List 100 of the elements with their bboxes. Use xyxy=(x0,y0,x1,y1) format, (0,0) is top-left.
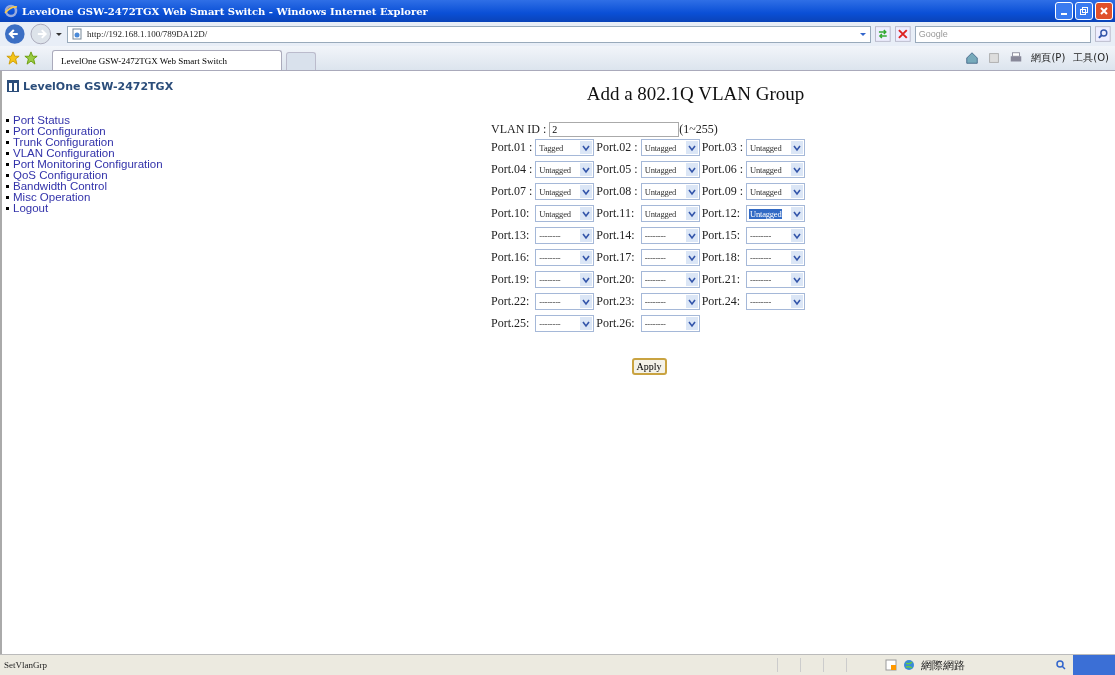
port-label: Port.02 : xyxy=(596,140,638,155)
port-select[interactable]: -------- xyxy=(746,293,806,310)
port-select[interactable]: -------- xyxy=(640,315,700,332)
caret-icon[interactable] xyxy=(859,30,868,38)
add-favorite-icon[interactable] xyxy=(24,51,38,65)
bullet-icon xyxy=(6,174,9,177)
nav-link[interactable]: QoS Configuration xyxy=(13,170,108,181)
port-select[interactable]: -------- xyxy=(535,293,595,310)
nav-link[interactable]: Logout xyxy=(13,203,49,214)
caret-icon xyxy=(791,251,804,264)
vlan-id-field[interactable]: 2 xyxy=(549,121,680,137)
port-label: Port.20: xyxy=(596,272,636,287)
nav-link[interactable]: Port Configuration xyxy=(13,126,106,137)
caret-icon xyxy=(685,141,698,154)
close-icon xyxy=(1099,6,1109,16)
dropdown-icon[interactable] xyxy=(55,30,63,38)
port-select[interactable]: -------- xyxy=(640,249,700,266)
caret-icon xyxy=(580,163,593,176)
browser-tab[interactable]: LevelOne GSW-2472TGX Web Smart Switch xyxy=(52,50,282,70)
caret-icon xyxy=(685,229,698,242)
minimize-icon xyxy=(1061,13,1067,15)
port-select[interactable]: Untagged xyxy=(640,139,700,156)
caret-icon xyxy=(580,185,593,198)
port-select[interactable]: Untagged xyxy=(535,183,595,200)
port-select[interactable]: Untagged xyxy=(746,161,806,178)
port-select[interactable]: -------- xyxy=(640,227,700,244)
caret-icon xyxy=(685,295,698,308)
port-select[interactable]: Tagged xyxy=(535,139,595,156)
caret-icon xyxy=(685,185,698,198)
nav-link[interactable]: Trunk Configuration xyxy=(13,137,114,148)
address-field[interactable]: http://192.168.1.100/789DA12D/ xyxy=(67,25,872,43)
port-select[interactable]: Untagged xyxy=(746,139,806,156)
star-icon[interactable] xyxy=(6,51,20,65)
back-button[interactable] xyxy=(4,23,26,45)
nav-link[interactable]: Bandwidth Control xyxy=(13,181,107,192)
field-label: VLAN ID : xyxy=(491,121,547,137)
nav-link[interactable]: Port Status xyxy=(13,115,70,126)
port-select[interactable]: Untagged xyxy=(535,161,595,178)
port-select[interactable]: -------- xyxy=(640,293,700,310)
nav-link[interactable]: Misc Operation xyxy=(13,192,91,203)
port-label: Port.16: xyxy=(491,250,531,265)
caret-icon xyxy=(580,295,593,308)
caret-icon xyxy=(580,229,593,242)
caret-icon xyxy=(791,295,804,308)
range-hint: (1~255) xyxy=(679,121,718,137)
port-label: Port.08 : xyxy=(596,184,638,199)
port-select[interactable]: -------- xyxy=(640,271,700,288)
bullet-icon xyxy=(6,152,9,155)
port-label: Port.15: xyxy=(701,228,742,243)
nav-link[interactable]: VLAN Configuration xyxy=(13,148,115,159)
port-label: Port.06 : xyxy=(701,162,744,177)
search-field[interactable]: Google xyxy=(914,25,1092,43)
port-select[interactable]: Untagged xyxy=(640,161,700,178)
caret-icon xyxy=(580,207,593,220)
port-label: Port.03 : xyxy=(701,140,744,155)
minimize-button[interactable] xyxy=(1055,2,1073,20)
port-select[interactable]: Untagged xyxy=(535,205,595,222)
nav-link[interactable]: Port Monitoring Configuration xyxy=(13,159,163,170)
command-menu[interactable]: 工具(O) xyxy=(1073,51,1109,65)
port-label: Port.04 : xyxy=(491,162,533,177)
port-select[interactable]: Untagged xyxy=(746,205,806,222)
search-icon[interactable] xyxy=(1095,26,1111,42)
port-label: Port.24: xyxy=(701,294,742,309)
port-select[interactable]: Untagged xyxy=(746,183,806,200)
caret-icon xyxy=(685,317,698,330)
printer-icon[interactable] xyxy=(1009,51,1024,65)
port-select[interactable]: -------- xyxy=(535,271,595,288)
port-select[interactable]: -------- xyxy=(535,315,595,332)
taskbar-tray xyxy=(1073,655,1115,675)
port-select[interactable]: -------- xyxy=(746,271,806,288)
port-label: Port.18: xyxy=(701,250,742,265)
command-menu[interactable]: 網頁(P) xyxy=(1031,51,1066,65)
refresh-button[interactable] xyxy=(875,26,891,42)
stop-button[interactable] xyxy=(894,26,911,42)
caret-icon xyxy=(791,273,804,286)
caret-icon xyxy=(685,207,698,220)
logo-icon xyxy=(6,79,20,93)
apply-button[interactable]: Apply xyxy=(631,358,667,375)
port-label: Port.01 : xyxy=(491,140,533,155)
caret-icon xyxy=(685,163,698,176)
port-select[interactable]: -------- xyxy=(746,227,806,244)
caret-icon xyxy=(685,251,698,264)
port-select[interactable]: Untagged xyxy=(640,183,700,200)
port-select[interactable]: -------- xyxy=(746,249,806,266)
zoom-icon[interactable] xyxy=(1055,659,1067,671)
port-select[interactable]: -------- xyxy=(535,227,595,244)
home-icon[interactable] xyxy=(965,51,980,65)
caret-icon xyxy=(580,141,593,154)
bullet-icon xyxy=(6,163,9,166)
caret-icon xyxy=(791,163,804,176)
security-zone: 網際網路 xyxy=(921,657,966,673)
bullet-icon xyxy=(6,119,9,122)
bullet-icon xyxy=(6,130,9,133)
close-button[interactable] xyxy=(1095,2,1113,20)
bullet-icon xyxy=(6,196,9,199)
restore-button[interactable] xyxy=(1075,2,1093,20)
port-select[interactable]: Untagged xyxy=(640,205,700,222)
bullet-icon xyxy=(6,207,9,210)
port-select[interactable]: -------- xyxy=(535,249,595,266)
protected-mode-icon xyxy=(885,659,897,671)
